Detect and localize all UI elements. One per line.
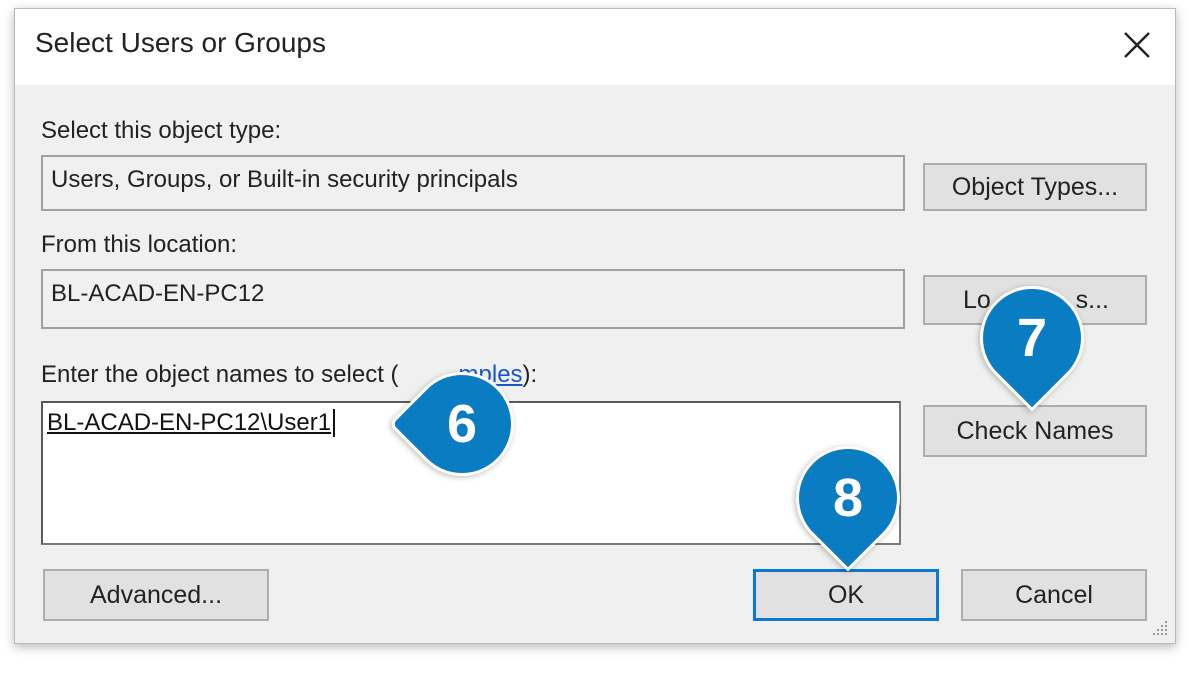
close-button[interactable] <box>1113 21 1161 69</box>
names-label-suffix: ): <box>522 361 538 388</box>
title-bar: Select Users or Groups <box>15 9 1175 85</box>
resize-grip-icon[interactable] <box>1151 619 1169 637</box>
check-names-button[interactable]: Check Names <box>923 405 1147 457</box>
object-names-value: BL-ACAD-EN-PC12\User1 <box>47 409 336 437</box>
advanced-button[interactable]: Advanced... <box>43 569 269 621</box>
cancel-button[interactable]: Cancel <box>961 569 1147 621</box>
locations-button-end: s... <box>1075 285 1109 314</box>
callout-8-number: 8 <box>832 467 864 528</box>
ok-button[interactable]: OK <box>753 569 939 621</box>
object-types-button[interactable]: Object Types... <box>923 163 1147 211</box>
object-type-label: Select this object type: <box>41 117 282 144</box>
dialog-title: Select Users or Groups <box>35 27 326 58</box>
location-field: BL-ACAD-EN-PC12 <box>41 269 905 329</box>
location-label: From this location: <box>41 231 238 258</box>
close-icon <box>1124 32 1150 58</box>
callout-7-number: 7 <box>1016 307 1048 368</box>
object-type-field: Users, Groups, or Built-in security prin… <box>41 155 905 211</box>
names-label-prefix: Enter the object names to select ( <box>41 361 399 388</box>
callout-6-number: 6 <box>446 393 478 454</box>
